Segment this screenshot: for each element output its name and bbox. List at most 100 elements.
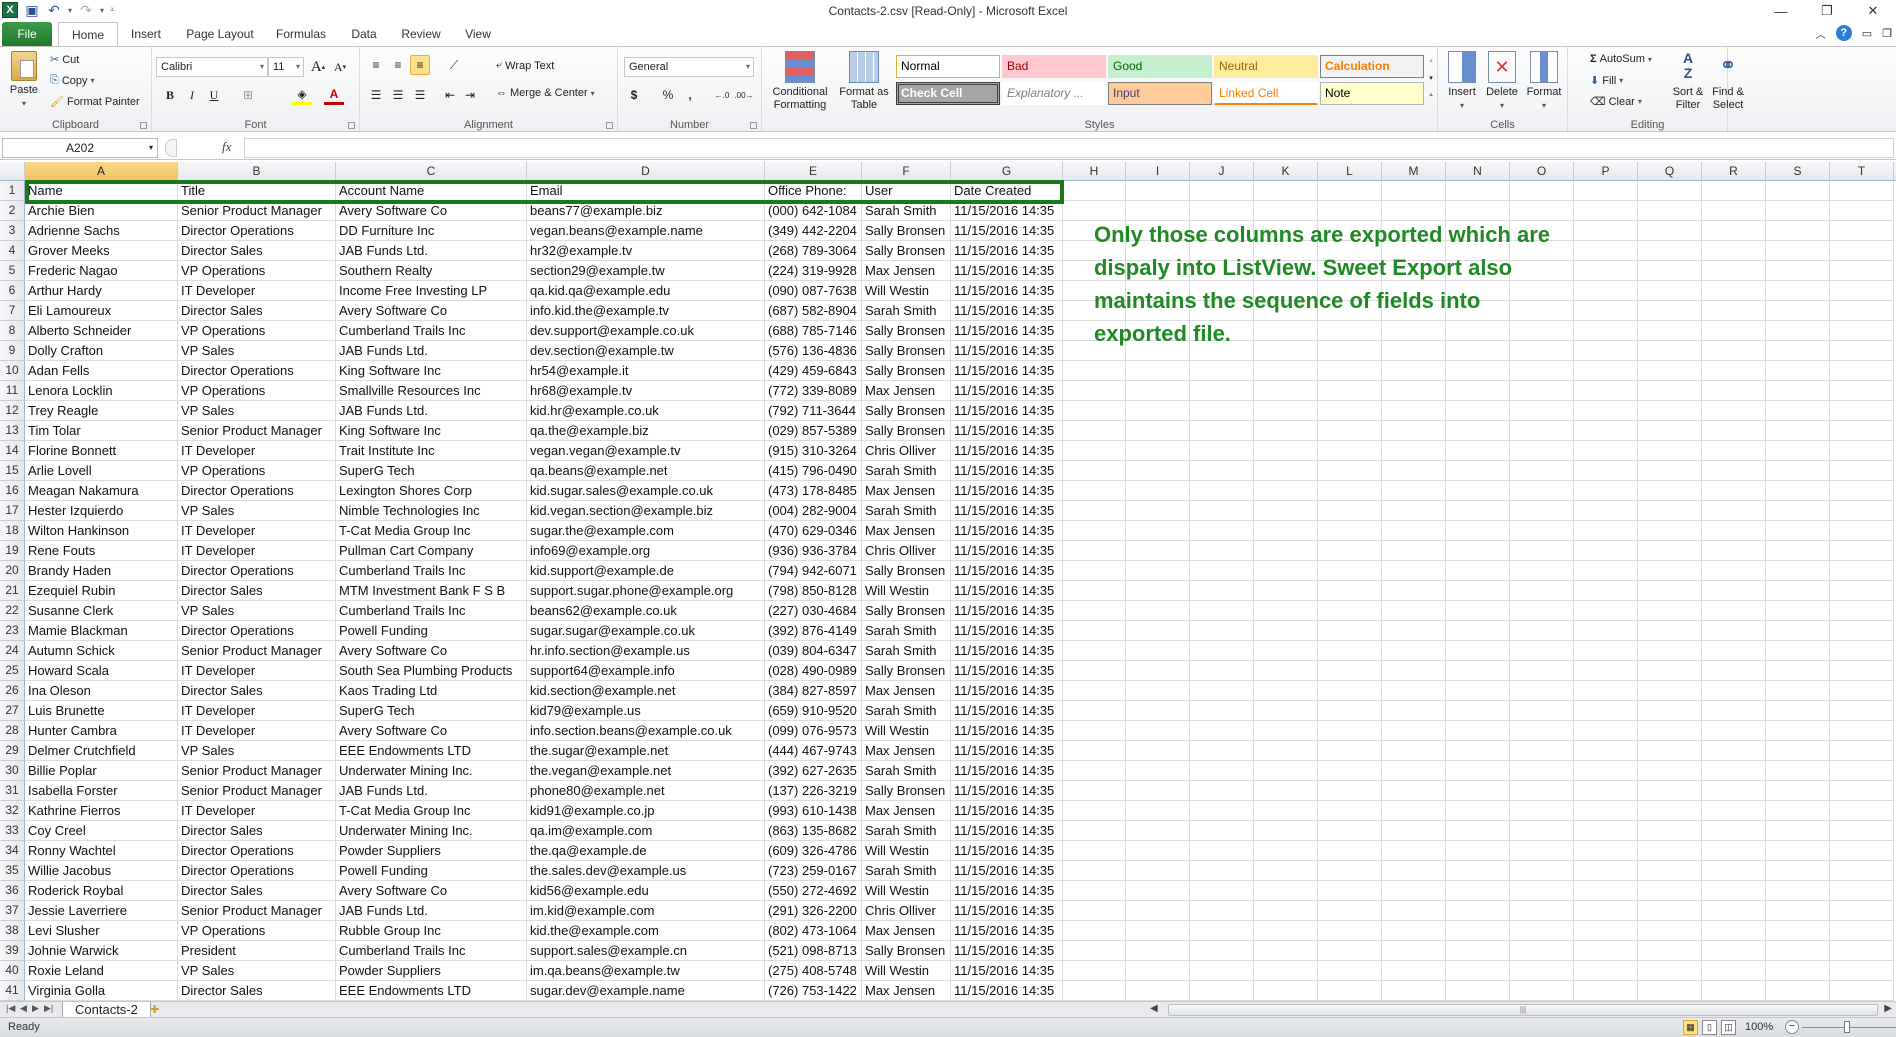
empty-cell[interactable]: [1063, 461, 1126, 481]
empty-cell[interactable]: [1574, 461, 1638, 481]
empty-cell[interactable]: [1830, 621, 1894, 641]
empty-cell[interactable]: [1766, 301, 1830, 321]
empty-cell[interactable]: [1510, 361, 1574, 381]
cell[interactable]: 11/15/2016 14:35: [951, 421, 1063, 441]
empty-cell[interactable]: [1446, 881, 1510, 901]
empty-cell[interactable]: [1702, 281, 1766, 301]
column-header-s[interactable]: S: [1766, 162, 1830, 181]
cell[interactable]: 11/15/2016 14:35: [951, 721, 1063, 741]
empty-cell[interactable]: [1702, 181, 1766, 201]
empty-cell[interactable]: [1574, 181, 1638, 201]
empty-cell[interactable]: [1254, 881, 1318, 901]
cell[interactable]: 11/15/2016 14:35: [951, 481, 1063, 501]
empty-cell[interactable]: [1702, 701, 1766, 721]
row-header[interactable]: 4: [0, 241, 25, 261]
cell[interactable]: 11/15/2016 14:35: [951, 801, 1063, 821]
empty-cell[interactable]: [1446, 921, 1510, 941]
empty-cell[interactable]: [1446, 761, 1510, 781]
currency-button[interactable]: $: [624, 85, 644, 105]
header-cell[interactable]: Email: [527, 181, 765, 201]
empty-cell[interactable]: [1574, 821, 1638, 841]
cell[interactable]: qa.im@example.com: [527, 821, 765, 841]
empty-cell[interactable]: [1638, 361, 1702, 381]
worksheet-grid[interactable]: ABCDEFGHIJKLMNOPQRST 1 Name Title Account N…: [0, 162, 1896, 1001]
empty-cell[interactable]: [1510, 521, 1574, 541]
empty-cell[interactable]: [1190, 601, 1254, 621]
row-header[interactable]: 8: [0, 321, 25, 341]
cell[interactable]: SuperG Tech: [336, 701, 527, 721]
clipboard-launcher[interactable]: [140, 122, 147, 129]
empty-cell[interactable]: [1702, 341, 1766, 361]
empty-cell[interactable]: [1830, 241, 1894, 261]
empty-cell[interactable]: [1446, 801, 1510, 821]
bold-button[interactable]: B: [160, 85, 180, 105]
cell[interactable]: Senior Product Manager: [178, 421, 336, 441]
cell[interactable]: Director Sales: [178, 581, 336, 601]
sort-filter-button[interactable]: AZ Sort & Filter: [1668, 51, 1708, 112]
cell[interactable]: Max Jensen: [862, 741, 951, 761]
decrease-decimal-icon[interactable]: .00→: [734, 85, 754, 105]
cell[interactable]: Sally Bronsen: [862, 361, 951, 381]
empty-cell[interactable]: [1766, 581, 1830, 601]
cell[interactable]: VP Operations: [178, 381, 336, 401]
empty-cell[interactable]: [1190, 501, 1254, 521]
empty-cell[interactable]: [1126, 181, 1190, 201]
cell[interactable]: Sarah Smith: [862, 861, 951, 881]
align-middle-icon[interactable]: ≡: [388, 55, 408, 75]
empty-cell[interactable]: [1190, 461, 1254, 481]
cell[interactable]: sugar.sugar@example.co.uk: [527, 621, 765, 641]
cell[interactable]: Will Westin: [862, 881, 951, 901]
empty-cell[interactable]: [1574, 241, 1638, 261]
empty-cell[interactable]: [1638, 261, 1702, 281]
empty-cell[interactable]: [1063, 741, 1126, 761]
cell[interactable]: Avery Software Co: [336, 201, 527, 221]
first-sheet-icon[interactable]: |◀: [6, 1003, 15, 1014]
cell[interactable]: Cumberland Trails Inc: [336, 601, 527, 621]
empty-cell[interactable]: [1254, 981, 1318, 1001]
empty-cell[interactable]: [1830, 941, 1894, 961]
empty-cell[interactable]: [1318, 501, 1382, 521]
gallery-more[interactable]: ⩡: [1426, 89, 1436, 103]
empty-cell[interactable]: [1063, 761, 1126, 781]
row-header[interactable]: 41: [0, 981, 25, 1001]
cell[interactable]: DD Furniture Inc: [336, 221, 527, 241]
empty-cell[interactable]: [1830, 501, 1894, 521]
row-header[interactable]: 39: [0, 941, 25, 961]
empty-cell[interactable]: [1574, 941, 1638, 961]
cell[interactable]: Kathrine Fierros: [25, 801, 178, 821]
minimize-button[interactable]: —: [1758, 0, 1804, 22]
formula-bar-splitter[interactable]: [165, 139, 177, 157]
cell[interactable]: (993) 610-1438: [765, 801, 862, 821]
empty-cell[interactable]: [1446, 661, 1510, 681]
empty-cell[interactable]: [1126, 781, 1190, 801]
cell[interactable]: VP Sales: [178, 601, 336, 621]
cell[interactable]: the.vegan@example.net: [527, 761, 765, 781]
empty-cell[interactable]: [1446, 581, 1510, 601]
cell[interactable]: Tim Tolar: [25, 421, 178, 441]
empty-cell[interactable]: [1254, 701, 1318, 721]
cell[interactable]: Adan Fells: [25, 361, 178, 381]
row-header[interactable]: 7: [0, 301, 25, 321]
header-cell[interactable]: Date Created: [951, 181, 1063, 201]
cell[interactable]: (444) 467-9743: [765, 741, 862, 761]
empty-cell[interactable]: [1318, 421, 1382, 441]
column-header-t[interactable]: T: [1830, 162, 1894, 181]
empty-cell[interactable]: [1766, 361, 1830, 381]
delete-cells-button[interactable]: ✕ Delete ▾: [1484, 51, 1520, 112]
empty-cell[interactable]: [1382, 881, 1446, 901]
cell[interactable]: EEE Endowments LTD: [336, 741, 527, 761]
cell[interactable]: IT Developer: [178, 541, 336, 561]
empty-cell[interactable]: [1830, 761, 1894, 781]
empty-cell[interactable]: [1766, 461, 1830, 481]
empty-cell[interactable]: [1254, 361, 1318, 381]
cell[interactable]: Senior Product Manager: [178, 901, 336, 921]
cell[interactable]: Cumberland Trails Inc: [336, 941, 527, 961]
cell-style-input[interactable]: Input: [1108, 82, 1212, 105]
empty-cell[interactable]: [1126, 541, 1190, 561]
cell[interactable]: (384) 827-8597: [765, 681, 862, 701]
find-select-button[interactable]: ⚭ Find & Select: [1708, 51, 1748, 112]
zoom-slider-thumb[interactable]: [1844, 1021, 1850, 1033]
cell-style-bad[interactable]: Bad: [1002, 55, 1106, 78]
empty-cell[interactable]: [1574, 401, 1638, 421]
empty-cell[interactable]: [1190, 561, 1254, 581]
